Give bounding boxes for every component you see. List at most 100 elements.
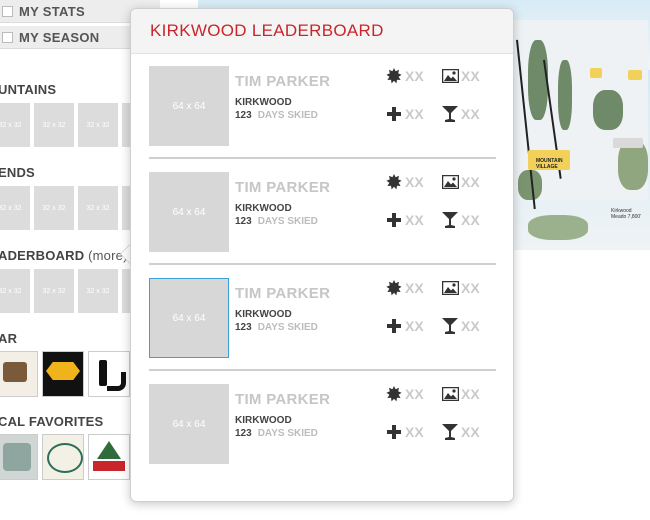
cocktail-icon bbox=[441, 424, 459, 440]
badge-count: XX bbox=[405, 68, 424, 84]
leaderboard-popup: KIRKWOOD LEADERBOARD 64 x 64 TIM PARKER … bbox=[130, 8, 514, 502]
burton-logo[interactable] bbox=[88, 351, 130, 397]
plus-icon bbox=[385, 318, 403, 334]
entry-divider bbox=[149, 369, 496, 371]
days-count: 123 bbox=[235, 428, 252, 439]
photo-icon bbox=[441, 68, 459, 84]
plus-icon bbox=[385, 212, 403, 228]
avatar[interactable]: 64 x 64 bbox=[149, 66, 229, 146]
skier-name[interactable]: TIM PARKER bbox=[235, 285, 330, 302]
checkbox-icon bbox=[2, 31, 13, 43]
leaderboard-entry[interactable]: 64 x 64 TIM PARKER KIRKWOOD 123 DAYS SKIE… bbox=[149, 66, 495, 158]
map-label-village: MOUNTAIN VILLAGE bbox=[536, 158, 563, 170]
map-label-meadow: Kirkwood Meado 7,800' bbox=[611, 208, 642, 220]
photo-stat: XX bbox=[441, 68, 480, 84]
atlas-logo[interactable] bbox=[42, 351, 84, 397]
drink-count: XX bbox=[461, 212, 480, 228]
leaderboard-entry[interactable]: 64 x 64 TIM PARKER KIRKWOOD 123 DAYS SKIE… bbox=[149, 172, 495, 264]
photo-count: XX bbox=[461, 386, 480, 402]
friend-thumb[interactable]: 32 x 32 bbox=[0, 186, 30, 230]
leaderboard-entry[interactable]: 64 x 64 TIM PARKER KIRKWOOD 123 DAYS SKIE… bbox=[149, 384, 495, 476]
local-favorites-heading: CAL FAVORITES bbox=[0, 414, 104, 429]
mountain-thumb[interactable]: 32 x 32 bbox=[78, 103, 118, 147]
resort-name: KIRKWOOD bbox=[235, 309, 292, 320]
plus-count: XX bbox=[405, 106, 424, 122]
badge-icon bbox=[385, 174, 403, 190]
brand-logo-1[interactable] bbox=[0, 351, 38, 397]
skier-name[interactable]: TIM PARKER bbox=[235, 391, 330, 408]
photo-stat: XX bbox=[441, 386, 480, 402]
local-logo-2[interactable] bbox=[42, 434, 84, 480]
leaderboard-thumb[interactable]: 32 x 32 bbox=[0, 269, 30, 313]
checkbox-icon bbox=[2, 5, 13, 17]
drink-count: XX bbox=[461, 106, 480, 122]
skier-name[interactable]: TIM PARKER bbox=[235, 179, 330, 196]
badge-stat: XX bbox=[385, 174, 424, 190]
leaderboard-heading: ADERBOARD (more) bbox=[0, 248, 128, 263]
resort-name: KIRKWOOD bbox=[235, 203, 292, 214]
popup-header: KIRKWOOD LEADERBOARD bbox=[131, 9, 513, 54]
badge-icon bbox=[385, 386, 403, 402]
my-stats-label: MY STATS bbox=[19, 3, 85, 19]
badge-count: XX bbox=[405, 174, 424, 190]
photo-count: XX bbox=[461, 174, 480, 190]
photo-stat: XX bbox=[441, 174, 480, 190]
cocktail-icon bbox=[441, 318, 459, 334]
leaderboard-entry[interactable]: 64 x 64 TIM PARKER KIRKWOOD 123 DAYS SKIE… bbox=[149, 278, 495, 370]
plus-count: XX bbox=[405, 424, 424, 440]
days-label: DAYS SKIED bbox=[257, 428, 318, 439]
photo-stat: XX bbox=[441, 280, 480, 296]
days-skied: 123 DAYS SKIED bbox=[235, 322, 318, 333]
plus-stat: XX bbox=[385, 424, 424, 440]
days-count: 123 bbox=[235, 110, 252, 121]
friends-heading: ENDS bbox=[0, 165, 35, 180]
photo-icon bbox=[441, 386, 459, 402]
days-label: DAYS SKIED bbox=[257, 110, 318, 121]
avatar[interactable]: 64 x 64 bbox=[149, 172, 229, 252]
days-label: DAYS SKIED bbox=[257, 322, 318, 333]
avatar[interactable]: 64 x 64 bbox=[149, 278, 229, 358]
photo-icon bbox=[441, 174, 459, 190]
plus-count: XX bbox=[405, 212, 424, 228]
my-season-label: MY SEASON bbox=[19, 29, 100, 45]
leaderboard-thumb[interactable]: 32 x 32 bbox=[34, 269, 74, 313]
skier-name[interactable]: TIM PARKER bbox=[235, 73, 330, 90]
cocktail-icon bbox=[441, 106, 459, 122]
friend-thumb[interactable]: 32 x 32 bbox=[34, 186, 74, 230]
drink-count: XX bbox=[461, 318, 480, 334]
granite-chief-logo[interactable] bbox=[88, 434, 130, 480]
resort-name: KIRKWOOD bbox=[235, 415, 292, 426]
photo-count: XX bbox=[461, 68, 480, 84]
sidebar: MY STATS MY SEASON UNTAINS 32 x 32 32 x … bbox=[0, 0, 176, 520]
badge-stat: XX bbox=[385, 280, 424, 296]
days-skied: 123 DAYS SKIED bbox=[235, 110, 318, 121]
avatar[interactable]: 64 x 64 bbox=[149, 384, 229, 464]
badge-icon bbox=[385, 68, 403, 84]
badge-stat: XX bbox=[385, 68, 424, 84]
avatar-placeholder-label: 64 x 64 bbox=[172, 312, 206, 324]
local-logo-1[interactable] bbox=[0, 434, 38, 480]
drink-stat: XX bbox=[441, 318, 480, 334]
drink-stat: XX bbox=[441, 212, 480, 228]
resort-name: KIRKWOOD bbox=[235, 97, 292, 108]
plus-icon bbox=[385, 424, 403, 440]
gear-heading: AR bbox=[0, 331, 18, 346]
days-count: 123 bbox=[235, 216, 252, 227]
drink-stat: XX bbox=[441, 106, 480, 122]
badge-count: XX bbox=[405, 280, 424, 296]
days-label: DAYS SKIED bbox=[257, 216, 318, 227]
days-skied: 123 DAYS SKIED bbox=[235, 428, 318, 439]
plus-icon bbox=[385, 106, 403, 122]
plus-stat: XX bbox=[385, 212, 424, 228]
popup-title: KIRKWOOD LEADERBOARD bbox=[150, 21, 384, 40]
leaderboard-thumb[interactable]: 32 x 32 bbox=[78, 269, 118, 313]
friend-thumb[interactable]: 32 x 32 bbox=[78, 186, 118, 230]
mountains-heading: UNTAINS bbox=[0, 82, 57, 97]
mountain-thumb[interactable]: 32 x 32 bbox=[0, 103, 30, 147]
drink-stat: XX bbox=[441, 424, 480, 440]
entry-divider bbox=[149, 157, 496, 159]
mountain-thumb[interactable]: 32 x 32 bbox=[34, 103, 74, 147]
plus-count: XX bbox=[405, 318, 424, 334]
entry-divider bbox=[149, 263, 496, 265]
drink-count: XX bbox=[461, 424, 480, 440]
